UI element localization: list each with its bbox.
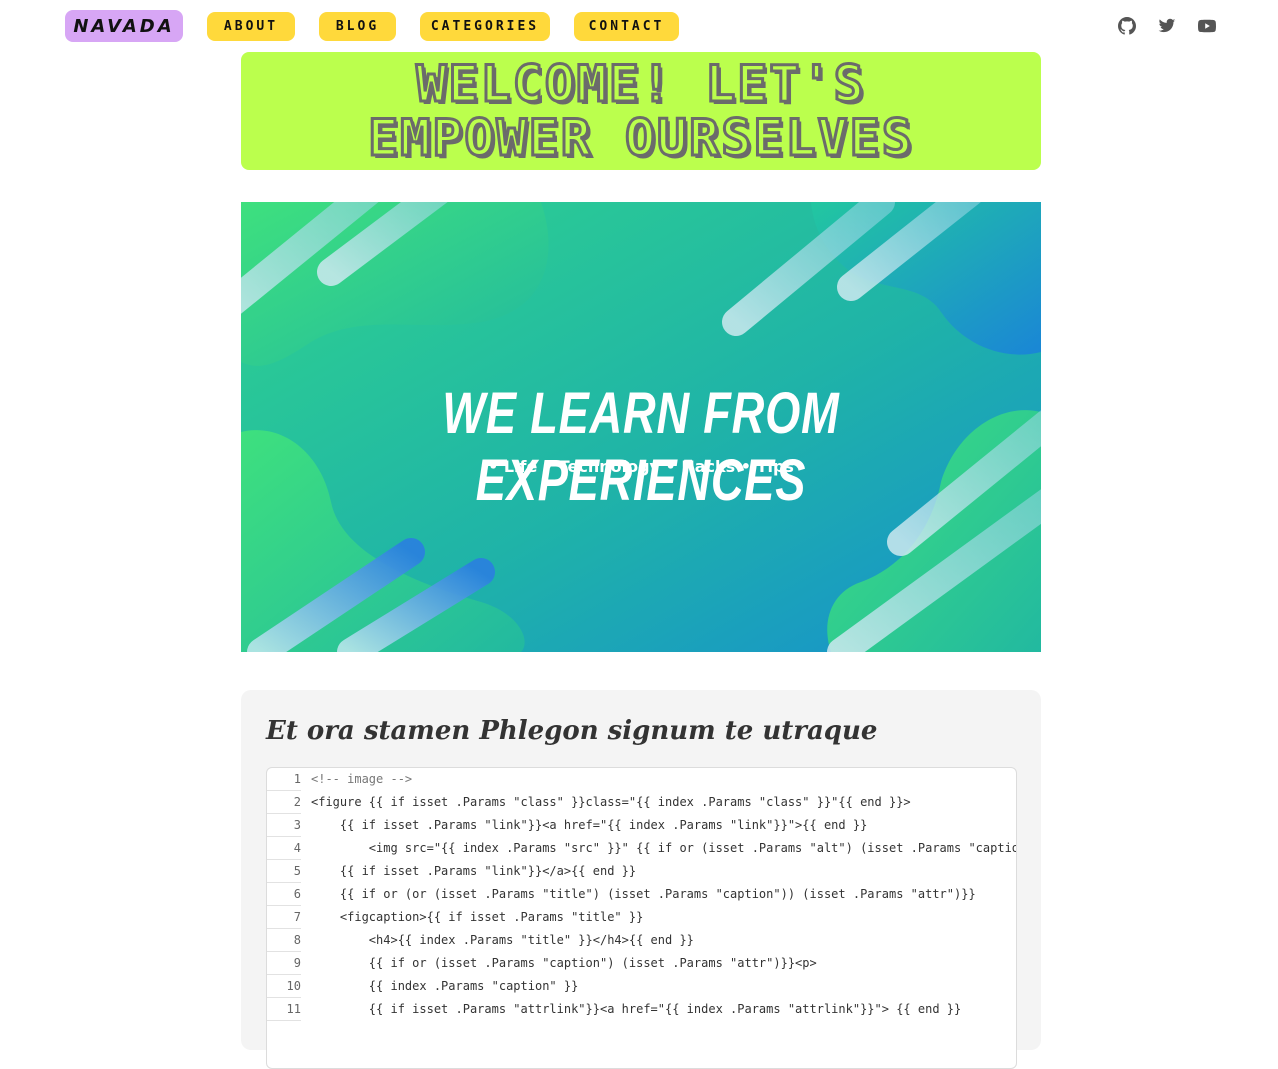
code-text: <img src="{{ index .Params "src" }}" {{ … — [311, 841, 1017, 855]
post-card: Et ora stamen Phlegon signum te utraque … — [241, 690, 1041, 1069]
code-line: 5 {{ if isset .Params "link"}}</a>{{ end… — [267, 860, 1016, 883]
line-number: 11 — [267, 998, 301, 1021]
nav-about[interactable]: ABOUT — [207, 12, 295, 41]
code-line: 11 {{ if isset .Params "attrlink"}}<a hr… — [267, 998, 1016, 1021]
welcome-heading-line-1: WELCOME! LET'S — [415, 55, 866, 113]
welcome-banner: WELCOME! LET'S EMPOWER OURSELVES — [241, 52, 1041, 170]
code-line: 6 {{ if or (or (isset .Params "title") (… — [267, 883, 1016, 906]
code-line: 10 {{ index .Params "caption" }} — [267, 975, 1016, 998]
code-text: <h4>{{ index .Params "title" }}</h4>{{ e… — [311, 933, 694, 947]
hero-title: WE LEARN FROM EXPERIENCES — [442, 381, 840, 513]
line-number: 4 — [267, 837, 301, 860]
line-number: 10 — [267, 975, 301, 998]
code-line: 7 <figcaption>{{ if isset .Params "title… — [267, 906, 1016, 929]
line-number: 2 — [267, 791, 301, 814]
top-navbar: NAVADA ABOUT BLOG CATEGORIES CONTACT — [0, 0, 1278, 52]
welcome-heading-line-2: EMPOWER OURSELVES — [367, 109, 914, 167]
line-number: 9 — [267, 952, 301, 975]
nav-categories[interactable]: CATEGORIES — [420, 12, 550, 41]
code-text: {{ if isset .Params "attrlink"}}<a href=… — [311, 1002, 962, 1016]
code-text: {{ if or (or (isset .Params "title") (is… — [311, 887, 976, 901]
code-line: 3 {{ if isset .Params "link"}}<a href="{… — [267, 814, 1016, 837]
code-line: 8 <h4>{{ index .Params "title" }}</h4>{{… — [267, 929, 1016, 952]
github-icon[interactable] — [1117, 16, 1137, 36]
line-number: 7 — [267, 906, 301, 929]
twitter-icon[interactable] — [1157, 16, 1177, 36]
code-text: <figcaption>{{ if isset .Params "title" … — [311, 910, 644, 924]
nav-blog[interactable]: BLOG — [319, 12, 396, 41]
code-text: {{ if isset .Params "link"}}<a href="{{ … — [311, 818, 868, 832]
code-text: <!-- image --> — [311, 772, 413, 786]
brand-logo-link[interactable]: NAVADA — [65, 10, 183, 42]
line-number: 5 — [267, 860, 301, 883]
code-line: 1 <!-- image --> — [267, 768, 1016, 791]
code-block: 1 <!-- image --> 2 <figure {{ if isset .P… — [266, 767, 1017, 1069]
code-text: <figure {{ if isset .Params "class" }}cl… — [311, 795, 911, 809]
youtube-icon[interactable] — [1197, 16, 1217, 36]
code-line: 2 <figure {{ if isset .Params "class" }}… — [267, 791, 1016, 814]
code-text: {{ if isset .Params "link"}}</a>{{ end }… — [311, 864, 637, 878]
code-line: 9 {{ if or (isset .Params "caption") (is… — [267, 952, 1016, 975]
hero-banner-image: WE LEARN FROM EXPERIENCES • Life • Techn… — [241, 202, 1041, 652]
line-number: 6 — [267, 883, 301, 906]
code-line: 4 <img src="{{ index .Params "src" }}" {… — [267, 837, 1016, 860]
code-text: {{ if or (isset .Params "caption") (isse… — [311, 956, 817, 970]
line-number: 1 — [267, 768, 301, 791]
code-text: {{ index .Params "caption" }} — [311, 979, 579, 993]
nav-contact[interactable]: CONTACT — [574, 12, 679, 41]
line-number: 3 — [267, 814, 301, 837]
post-title[interactable]: Et ora stamen Phlegon signum te utraque — [266, 716, 877, 746]
line-number: 8 — [267, 929, 301, 952]
hero-subtitle: • Life • Technology • Hacks • Tips — [488, 457, 794, 476]
